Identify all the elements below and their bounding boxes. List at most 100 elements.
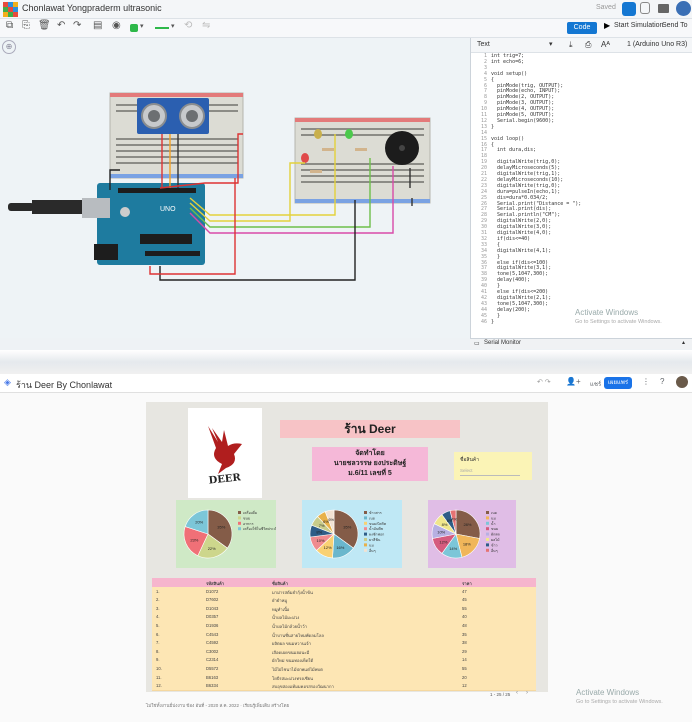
- legend-swatch: [486, 548, 489, 552]
- flip-icon[interactable]: ⇋: [202, 20, 210, 31]
- legend-swatch: [486, 538, 489, 541]
- legend-label: ขนม: [243, 516, 251, 520]
- row-index: 11.: [156, 674, 162, 680]
- rotate-icon[interactable]: ⟲: [184, 20, 192, 31]
- font-size-icon[interactable]: Aᴬ: [601, 40, 610, 49]
- play-icon: ▶: [604, 21, 611, 30]
- deer-logo-icon: DEER: [208, 426, 242, 487]
- row-index: 6.: [156, 631, 160, 637]
- code-line[interactable]: void setup(): [491, 71, 527, 78]
- code-line[interactable]: digitalWrite(4,1);: [491, 248, 551, 255]
- row-code: D1072: [206, 588, 219, 594]
- components-icon[interactable]: [640, 2, 650, 14]
- next-page-icon[interactable]: ›: [526, 690, 528, 696]
- author-box: จัดทำโดย นายชลวรรษ ยงประดิษฐ์ ม.6/11 เลข…: [312, 447, 428, 481]
- project-title[interactable]: Chonlawat Yongpraderm ultrasonic: [22, 3, 162, 13]
- slice-value-label: 4%: [451, 517, 457, 522]
- code-line[interactable]: }: [491, 319, 494, 326]
- board-select[interactable]: 1 (Arduino Uno R3): [627, 41, 687, 48]
- screen-divider: [0, 350, 692, 374]
- legend-swatch: [238, 516, 241, 520]
- activate-windows-title: Activate Windows: [576, 688, 640, 697]
- eye-icon[interactable]: ◉: [112, 20, 121, 31]
- legend-label: เครื่องดื่ม: [243, 510, 258, 515]
- slice-value-label: 18%: [463, 542, 471, 547]
- slice-value-label: 23%: [190, 537, 198, 542]
- slice-value-label: 16%: [336, 545, 344, 550]
- row-price: 55: [462, 605, 467, 611]
- slice-value-label: 12%: [439, 539, 447, 544]
- legend-label: เนย: [369, 516, 375, 520]
- prev-page-icon[interactable]: ‹: [516, 690, 518, 696]
- color-picker-icon[interactable]: [130, 24, 138, 32]
- activate-windows-title: Activate Windows: [575, 308, 639, 317]
- more-vert-icon[interactable]: ⋮: [642, 377, 650, 386]
- legend-label: น้ำ: [491, 521, 495, 526]
- code-panel: Text ▾ ⤓ ⎙ Aᴬ 1 (Arduino Uno R3) 1 int tr…: [470, 38, 692, 338]
- slice-value-label: 20%: [195, 519, 203, 524]
- code-line[interactable]: }: [491, 124, 494, 131]
- row-price: 40: [462, 614, 467, 620]
- row-code: D5572: [206, 666, 219, 671]
- help-icon[interactable]: ?: [660, 377, 664, 386]
- sites-logo-icon[interactable]: ◈: [4, 377, 11, 388]
- undo-icon[interactable]: ↶ ↷: [537, 378, 551, 386]
- start-simulation-button[interactable]: Start Simulation: [614, 22, 663, 29]
- legend-label: อื่นๆ: [369, 548, 376, 553]
- tinkercad-logo[interactable]: [3, 2, 18, 17]
- upload-icon[interactable]: ⎙: [585, 40, 591, 50]
- author-line-3: ม.6/11 เลขที่ 5: [348, 470, 392, 477]
- legend-swatch: [238, 521, 241, 525]
- wire-type-icon[interactable]: [155, 27, 169, 29]
- send-to-button[interactable]: Send To: [662, 22, 688, 29]
- paste-icon[interactable]: ⎘: [22, 20, 30, 31]
- code-line[interactable]: Serial.begin(9600);: [491, 118, 554, 125]
- download-icon[interactable]: ⤓: [569, 40, 573, 50]
- row-code: D1936: [206, 623, 219, 628]
- add-person-icon[interactable]: 👤+: [566, 377, 581, 386]
- serial-monitor-bar[interactable]: ▭ Serial Monitor ▴: [470, 338, 692, 349]
- chevron-down-icon[interactable]: ▾: [171, 22, 175, 30]
- code-mode-select[interactable]: Text: [477, 41, 490, 48]
- led-green: [345, 129, 353, 139]
- code-line[interactable]: int dura,dis;: [491, 147, 536, 154]
- row-price: 45: [462, 597, 467, 603]
- copy-icon[interactable]: ⧉: [6, 20, 13, 31]
- chevron-down-icon[interactable]: ▾: [549, 40, 553, 48]
- code-line[interactable]: int echo=6;: [491, 59, 524, 66]
- code-button[interactable]: Code: [567, 22, 597, 34]
- legend-swatch: [486, 516, 489, 520]
- delete-icon[interactable]: 🗑: [38, 20, 51, 31]
- code-editor[interactable]: 1 int trig=7; 2 int echo=6; 3 4 void setup() 5{…: [471, 53, 692, 326]
- undo-icon[interactable]: ↶: [57, 20, 65, 31]
- code-line[interactable]: void loop(): [491, 136, 524, 143]
- row-code: D1043: [206, 605, 219, 611]
- legend-label: ข้าวสาร: [369, 510, 382, 515]
- fit-view-icon[interactable]: ⊕: [2, 40, 16, 54]
- list-icon[interactable]: [658, 4, 669, 13]
- chevron-down-icon[interactable]: ▾: [140, 22, 144, 30]
- legend-swatch: [364, 516, 367, 520]
- site-title[interactable]: ร้าน Deer By Chonlawat: [16, 378, 112, 392]
- table-row[interactable]: 12. B6334 สบอุขสองแท้มมคอรสรองวัฒนากา 12: [152, 681, 536, 691]
- circuit-canvas[interactable]: UNO ⊕: [0, 38, 470, 338]
- row-price: 47: [462, 588, 467, 594]
- power-jack: [94, 244, 118, 260]
- redo-icon[interactable]: ↷: [73, 20, 81, 31]
- legend-swatch: [364, 511, 367, 514]
- row-index: 5.: [156, 623, 160, 628]
- publish-button[interactable]: เผยแพร่: [604, 377, 632, 389]
- activate-windows-subtitle: Go to Settings to activate Windows.: [576, 699, 663, 705]
- share-button[interactable]: แชร์: [590, 379, 601, 389]
- chevron-up-icon[interactable]: ▴: [682, 339, 685, 346]
- filter-select[interactable]: Select: [460, 466, 520, 476]
- slice-value-label: 28%: [463, 522, 471, 527]
- circuit-view-icon[interactable]: [622, 2, 636, 16]
- notes-icon[interactable]: ▤: [93, 20, 102, 31]
- legend-swatch: [486, 527, 489, 531]
- avatar[interactable]: [676, 376, 688, 388]
- row-price: 48: [462, 623, 467, 628]
- legend-label: ผลไม้: [491, 537, 500, 542]
- avatar[interactable]: [676, 1, 691, 16]
- legend-label: ยาสีฟัน: [369, 537, 381, 542]
